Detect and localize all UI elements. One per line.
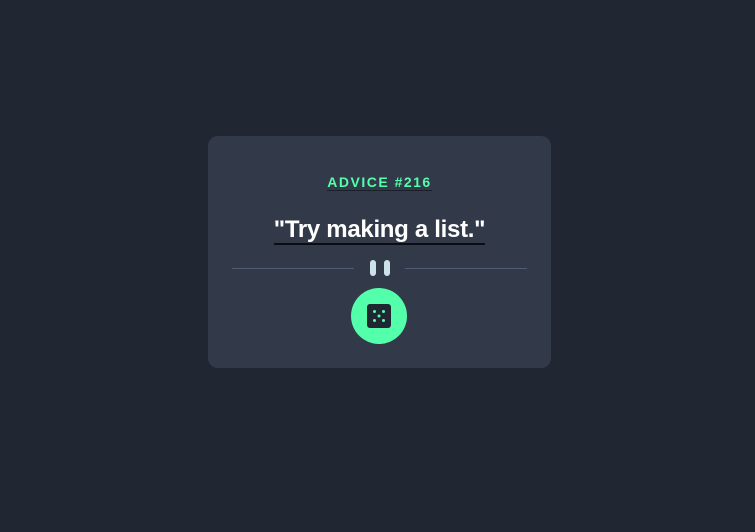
generate-advice-button[interactable] <box>351 288 407 344</box>
advice-id-heading: ADVICE #216 <box>208 174 551 191</box>
advice-id-label: ADVICE #216 <box>327 174 432 191</box>
advice-quote-text: "Try making a list." <box>273 216 486 245</box>
divider-line-right <box>405 268 527 269</box>
dice-icon <box>367 304 391 328</box>
divider <box>232 260 527 276</box>
pause-icon <box>370 260 390 276</box>
advice-card: ADVICE #216 "Try making a list." <box>208 136 551 368</box>
pause-bar-left <box>370 260 376 276</box>
divider-line-left <box>232 268 354 269</box>
pause-bar-right <box>384 260 390 276</box>
advice-quote: "Try making a list." <box>208 216 551 245</box>
